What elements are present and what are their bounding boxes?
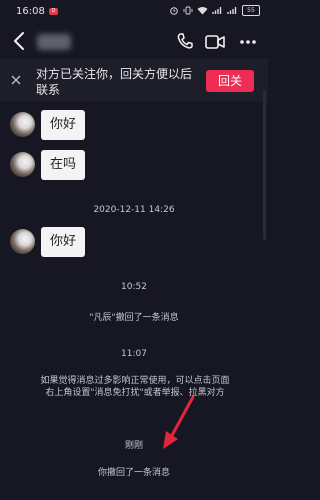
follow-back-banner: 对方已关注你，回关方便以后联系 回关: [0, 58, 268, 102]
timestamp: 刚刚: [124, 441, 143, 451]
message-bubble[interactable]: 在吗: [41, 150, 86, 180]
notification-badge-icon: D: [49, 8, 58, 15]
avatar[interactable]: [10, 229, 35, 254]
more-icon[interactable]: [239, 39, 257, 45]
do-not-disturb-tip: 如果觉得消息过多影响正常使用，可以点击页面右上角设置"消息免打扰"或者举报、拉黑…: [40, 376, 230, 398]
scrollbar[interactable]: [263, 90, 266, 240]
signal-icon: [212, 7, 222, 14]
timestamp: 10:52: [121, 282, 147, 292]
timestamp: 11:07: [121, 349, 147, 359]
phone-icon[interactable]: [176, 32, 194, 50]
close-icon[interactable]: [11, 75, 21, 85]
avatar[interactable]: [10, 112, 35, 137]
status-icons: 55: [169, 5, 260, 16]
contact-name: [37, 34, 71, 50]
chat-header: [0, 24, 268, 58]
message-bubble[interactable]: 你好: [41, 110, 86, 140]
back-arrow-icon[interactable]: [12, 31, 26, 51]
battery-icon: 55: [242, 5, 260, 16]
vibrate-icon: [183, 6, 193, 15]
follow-back-button[interactable]: 回关: [206, 70, 254, 92]
status-time: 16:08: [16, 6, 45, 17]
recall-notice: 你撤回了一条消息: [97, 468, 170, 478]
annotation-arrow-icon: [163, 395, 195, 449]
video-icon[interactable]: [205, 34, 225, 50]
alarm-icon: [170, 7, 178, 15]
signal-2-icon: [227, 7, 237, 14]
status-bar: 16:08 D 55: [0, 0, 268, 24]
wifi-icon: [197, 7, 208, 15]
timestamp: 2020-12-11 14:26: [93, 205, 175, 215]
avatar[interactable]: [10, 152, 35, 177]
message-bubble[interactable]: 你好: [41, 227, 86, 257]
banner-text: 对方已关注你，回关方便以后联系: [36, 67, 193, 97]
recall-notice: "凡辰"撤回了一条消息: [89, 313, 179, 323]
